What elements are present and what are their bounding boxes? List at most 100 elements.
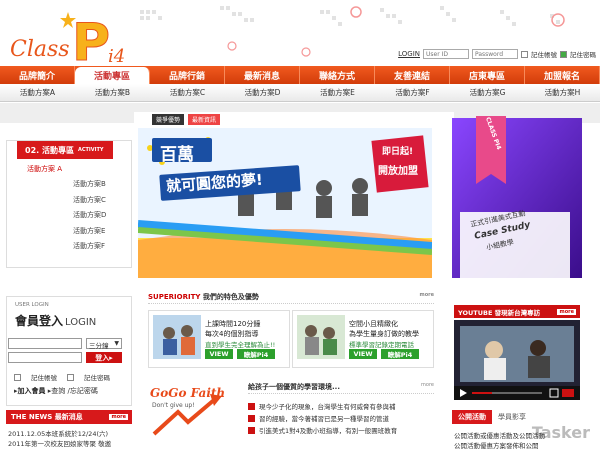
member-login-button[interactable]: 登入 ▸: [86, 352, 122, 363]
youtube-title: YOUTUBE 發現新台灣專訪: [458, 308, 541, 317]
bullet-icon: [248, 426, 255, 434]
youtube-header: YOUTUBE 發現新台灣專訪 more: [454, 305, 580, 318]
learning-more-link[interactable]: more: [421, 382, 434, 388]
remember-account-label: 記住帳號: [531, 51, 557, 59]
join-member-link[interactable]: 加入會員: [18, 387, 46, 395]
remember-account-checkbox[interactable]: [521, 50, 528, 58]
bullet-icon: [248, 414, 255, 422]
nav-franchisee[interactable]: 店東專區: [450, 66, 525, 84]
svg-text:Class: Class: [10, 37, 70, 62]
tab-latest-info[interactable]: 最新資訊: [188, 114, 221, 125]
member-user-field[interactable]: [8, 338, 82, 349]
card2-line2: 為學生量身訂做的教學: [349, 330, 419, 338]
member-login-small: USER LOGIN: [15, 302, 49, 308]
tab-public-events[interactable]: 公開活動: [452, 410, 492, 424]
nav-links[interactable]: 友善連結: [375, 66, 450, 84]
notice-header: 公開活動 學員影享: [452, 410, 580, 424]
news-item[interactable]: 2011.12.05本班系統於12/24(六): [8, 428, 134, 438]
activity-list: 活動方案 A 活動方案B 活動方案C 活動方案D 活動方案E 活動方案F: [7, 161, 133, 254]
nav-join[interactable]: 加盟報名: [525, 66, 600, 84]
header-login-bar: LOGIN 記住帳號 記住密碼: [398, 49, 596, 59]
news-title-en: THE NEWS: [11, 413, 53, 421]
learning-header: 給孩子一個優質的學習環境... more: [248, 382, 434, 394]
query-link[interactable]: 查詢: [51, 387, 65, 395]
activity-item-f[interactable]: 活動方案F: [7, 239, 133, 255]
learning-item-text: 現今少子化的現象，台灣學生有何威脅有參與補: [259, 403, 396, 411]
learning-item[interactable]: 現今少子化的現象，台灣學生有何威脅有參與補: [248, 400, 397, 412]
activity-item-e[interactable]: 活動方案E: [7, 223, 133, 239]
member-login-title-en: LOGIN: [65, 317, 97, 328]
learning-item[interactable]: 習的經驗，當今著補習已是另一種學習的管道: [248, 412, 397, 424]
news-more-button[interactable]: more: [109, 414, 128, 420]
activity-item-c[interactable]: 活動方案C: [7, 192, 133, 208]
sub-nav: 活動方案A 活動方案B 活動方案C 活動方案D 活動方案E 活動方案F 活動方案…: [0, 84, 600, 102]
news-list: 2011.12.05本班系統於12/24(六) 2011年第一次校友回娘家等聚 …: [8, 428, 134, 448]
card1-view-button[interactable]: VIEW: [205, 349, 233, 359]
learning-item[interactable]: 引進美式1對4及動小班指導，有別一般團班教育: [248, 424, 397, 436]
superiority-label-en: SUPERIORITY: [148, 293, 201, 301]
member-password-field[interactable]: [8, 352, 82, 363]
card1-learn-button[interactable]: 瞭解Pi4: [237, 349, 275, 359]
nav-latest-news[interactable]: 最新消息: [225, 66, 300, 84]
tab-student-share[interactable]: 學員影享: [498, 412, 526, 422]
subnav-plan-g[interactable]: 活動方案G: [450, 84, 525, 101]
feature-card-1: 上課時間120分鐘 每次4的個別指導 直到學生完全理解為止!! VIEW 瞭解P…: [148, 310, 290, 368]
banner-area: 競爭優勢 最新資訊 百萬 就可圓您的夢! 即日起! 開放加盟: [134, 112, 454, 280]
subnav-plan-f[interactable]: 活動方案F: [375, 84, 450, 101]
news-header: THE NEWS 最新消息 more: [6, 410, 132, 424]
gogo-subtitle: Don't give up!: [152, 402, 195, 409]
main-nav: 品牌簡介 活動專區 品牌行銷 最新消息 聯絡方式 友善連結 店東專區 加盟報名: [0, 66, 600, 84]
case-study-promo[interactable]: [450, 112, 590, 282]
learning-list: 現今少子化的現象，台灣學生有何威脅有參與補 習的經驗，當今著補習已是另一種學習的…: [248, 400, 397, 436]
password-input[interactable]: [472, 49, 518, 59]
forgot-password-link[interactable]: 忘記密碼: [70, 387, 98, 395]
banner-now: 即日起!: [382, 147, 414, 157]
nav-brand-intro[interactable]: 品牌簡介: [0, 66, 75, 84]
member-remember-account-label: 記住帳號: [31, 374, 57, 382]
activity-title: 02. 活動專區: [25, 145, 74, 155]
activity-item-b[interactable]: 活動方案B: [7, 177, 133, 193]
card1-line2: 每次4的個別指導: [205, 330, 259, 338]
svg-text:P: P: [72, 13, 110, 66]
activity-panel: 02. 活動專區 ACTIVITY 活動方案 A 活動方案B 活動方案C 活動方…: [6, 140, 132, 268]
superiority-more-link[interactable]: more: [419, 292, 434, 298]
subnav-plan-a[interactable]: 活動方案A: [0, 84, 75, 101]
svg-text:i4: i4: [108, 46, 125, 66]
nav-brand-marketing[interactable]: 品牌行銷: [150, 66, 225, 84]
chevron-down-icon: ▼: [114, 340, 119, 347]
class-pi4-logo[interactable]: Class P i4: [8, 4, 128, 66]
news-title: 最新消息: [54, 413, 83, 421]
user-id-input[interactable]: [423, 49, 469, 59]
tab-competitive-advantage[interactable]: 競爭優勢: [152, 114, 185, 125]
hero-banner[interactable]: 百萬 就可圓您的夢! 即日起! 開放加盟: [138, 128, 432, 278]
news-item[interactable]: 2011年第一次校友回娘家等聚 敬邀: [8, 438, 134, 448]
member-remember-password-label: 記住密碼: [84, 374, 110, 382]
activity-panel-header: 02. 活動專區 ACTIVITY: [17, 141, 113, 159]
card2-line1: 空間小且精緻化: [349, 320, 398, 328]
subnav-plan-h[interactable]: 活動方案H: [525, 84, 600, 101]
card2-learn-button[interactable]: 瞭解Pi4: [381, 349, 419, 359]
member-remember-password-checkbox[interactable]: [67, 373, 74, 381]
subnav-plan-e[interactable]: 活動方案E: [300, 84, 375, 101]
subnav-plan-d[interactable]: 活動方案D: [225, 84, 300, 101]
member-duration-select[interactable]: 三分鐘 ▼: [86, 338, 122, 350]
nav-activity[interactable]: 活動專區: [75, 67, 150, 84]
login-link[interactable]: LOGIN: [398, 50, 420, 58]
card2-view-button[interactable]: VIEW: [349, 349, 377, 359]
site-header: Class P i4 LOGIN 記住帳號 記住密碼: [0, 0, 600, 66]
subnav-plan-c[interactable]: 活動方案C: [150, 84, 225, 101]
activity-item-a[interactable]: 活動方案 A: [7, 161, 133, 177]
youtube-more-button[interactable]: more: [557, 308, 576, 315]
subnav-plan-b[interactable]: 活動方案B: [75, 84, 150, 101]
learning-title: 給孩子一個優質的學習環境...: [248, 383, 340, 391]
nav-contact[interactable]: 聯絡方式: [300, 66, 375, 84]
banner-headline-1: 百萬: [160, 145, 194, 165]
youtube-video-frame: [454, 320, 580, 400]
bullet-icon: [248, 402, 255, 410]
activity-item-d[interactable]: 活動方案D: [7, 208, 133, 224]
member-remember-account-checkbox[interactable]: [14, 373, 21, 381]
remember-password-checkbox[interactable]: [560, 50, 567, 58]
youtube-player[interactable]: [454, 320, 580, 400]
classroom-photo-2: [297, 315, 345, 359]
feature-card-2: 空間小且精緻化 為學生量身訂做的教學 標準學習記錄定期電話 VIEW 瞭解Pi4: [292, 310, 434, 368]
